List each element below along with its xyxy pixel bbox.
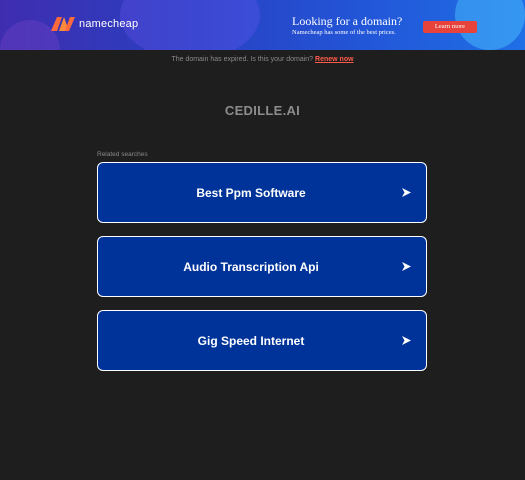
related-search-label: Gig Speed Internet xyxy=(197,333,305,348)
ad-subtitle: Namecheap has some of the best prices. xyxy=(292,29,396,36)
logo-text: namecheap xyxy=(79,18,139,30)
namecheap-logo[interactable]: namecheap xyxy=(50,15,138,33)
related-search-link[interactable]: Best Ppm Software xyxy=(97,162,427,223)
related-search-link[interactable]: Gig Speed Internet xyxy=(97,310,427,371)
related-searches-label: Related searches xyxy=(97,151,148,158)
ad-title: Looking for a domain? xyxy=(292,14,403,28)
arrow-right-icon xyxy=(402,262,411,271)
renew-now-link[interactable]: Renew now xyxy=(315,56,354,63)
namecheap-logo-icon xyxy=(51,17,75,31)
expired-notice: The domain has expired. Is this your dom… xyxy=(0,56,525,63)
arrow-right-icon xyxy=(402,188,411,197)
related-search-label: Best Ppm Software xyxy=(196,185,306,200)
expired-text: The domain has expired. Is this your dom… xyxy=(171,56,314,63)
related-search-label: Audio Transcription Api xyxy=(183,259,319,274)
banner-decoration xyxy=(120,0,260,50)
related-search-link[interactable]: Audio Transcription Api xyxy=(97,236,427,297)
ad-banner[interactable]: namecheap Looking for a domain? Namechea… xyxy=(0,0,525,50)
arrow-right-icon xyxy=(402,336,411,345)
learn-more-button[interactable]: Learn more xyxy=(423,21,477,33)
domain-name: CEDILLE.AI xyxy=(224,103,301,118)
